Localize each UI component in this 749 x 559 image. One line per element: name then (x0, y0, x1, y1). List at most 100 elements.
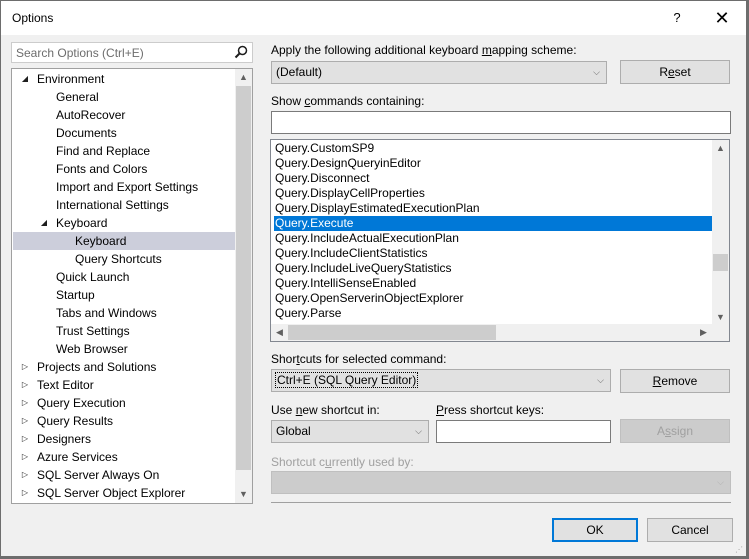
tree-item[interactable]: AutoRecover (13, 106, 235, 124)
tree-item[interactable]: ▷ Text Editor (13, 376, 235, 394)
show-commands-field (271, 111, 731, 134)
expanded-arrow-icon[interactable]: ◢ (20, 70, 30, 88)
press-shortcut-field (436, 420, 611, 443)
tree-item-label: Documents (56, 126, 117, 140)
footer-divider (271, 502, 731, 503)
ok-button[interactable]: OK (552, 518, 638, 542)
command-item[interactable]: Query.Disconnect (274, 171, 712, 186)
collapsed-arrow-icon[interactable]: ▷ (20, 430, 30, 448)
mapping-scheme-value: (Default) (276, 65, 323, 79)
command-item[interactable]: Query.CustomSP9 (274, 141, 712, 156)
resize-grip-icon[interactable]: ⋰ (735, 545, 743, 554)
collapsed-arrow-icon[interactable]: ▷ (20, 376, 30, 394)
commands-scroll-thumb[interactable] (713, 254, 728, 271)
chevron-down-icon: ⌵ (415, 426, 422, 436)
collapsed-arrow-icon[interactable]: ▷ (20, 484, 30, 502)
scroll-down-icon[interactable]: ▼ (235, 486, 252, 503)
search-icon[interactable] (233, 44, 249, 60)
collapsed-arrow-icon[interactable]: ▷ (20, 394, 30, 412)
tree-item[interactable]: Startup (13, 286, 235, 304)
scroll-up-icon[interactable]: ▲ (235, 69, 252, 86)
tree-item-label: Query Execution (37, 396, 126, 410)
command-item[interactable]: Query.OpenServerinObjectExplorer (274, 291, 712, 306)
tree-item-label: Tabs and Windows (56, 306, 157, 320)
tree-item-label: Trust Settings (56, 324, 130, 338)
press-shortcut-input[interactable] (437, 421, 610, 442)
mapping-scheme-dropdown[interactable]: (Default) ⌵ (271, 61, 607, 84)
tree-item[interactable]: Fonts and Colors (13, 160, 235, 178)
scroll-left-icon[interactable]: ◀ (271, 324, 288, 341)
tree-item[interactable]: Tabs and Windows (13, 304, 235, 322)
command-item[interactable]: Query.DisplayEstimatedExecutionPlan (274, 201, 712, 216)
tree-item[interactable]: ▷ Query Results (13, 412, 235, 430)
search-options-box (11, 42, 253, 63)
command-item[interactable]: Query.IncludeActualExecutionPlan (274, 231, 712, 246)
tree-item[interactable]: ◢ Keyboard (13, 214, 235, 232)
used-by-dropdown[interactable]: ⌵ (271, 471, 731, 494)
tree-item[interactable]: ▷ Projects and Solutions (13, 358, 235, 376)
tree-item-label: General (56, 90, 99, 104)
assign-button[interactable]: Assign (620, 419, 730, 443)
tree-item[interactable]: General (13, 88, 235, 106)
expanded-arrow-icon[interactable]: ◢ (39, 214, 49, 232)
command-item[interactable]: Query.DesignQueryinEditor (274, 156, 712, 171)
reset-button[interactable]: Reset (620, 60, 730, 84)
tree-item-label: Keyboard (56, 216, 108, 230)
commands-hscroll-thumb[interactable] (288, 325, 496, 340)
chevron-down-icon: ⌵ (593, 67, 600, 77)
tree-scroll-thumb[interactable] (236, 86, 251, 470)
close-button[interactable]: ✕ (706, 5, 738, 31)
show-commands-label: Show commands containing: (271, 94, 425, 108)
tree-vertical-scrollbar[interactable]: ▲ ▼ (235, 69, 252, 503)
commands-horizontal-scrollbar[interactable]: ◀ ▶ (271, 324, 712, 341)
remove-button[interactable]: Remove (620, 369, 730, 393)
cancel-button[interactable]: Cancel (647, 518, 733, 542)
tree-item[interactable]: ▷ Designers (13, 430, 235, 448)
commands-list: Query.CustomSP9 Query.DesignQueryinEditor… (270, 139, 730, 342)
shortcuts-dropdown[interactable]: Ctrl+E (SQL Query Editor) ⌵ (271, 369, 611, 392)
tree-item[interactable]: ◢ Environment (13, 70, 235, 88)
shortcuts-value: Ctrl+E (SQL Query Editor) (274, 372, 419, 388)
tree-item[interactable]: Documents (13, 124, 235, 142)
collapsed-arrow-icon[interactable]: ▷ (20, 358, 30, 376)
tree-item-label: Web Browser (56, 342, 128, 356)
tree-item[interactable]: International Settings (13, 196, 235, 214)
command-item[interactable]: Query.DisplayCellProperties (274, 186, 712, 201)
collapsed-arrow-icon[interactable]: ▷ (20, 448, 30, 466)
tree-item[interactable]: ▷ SQL Server Object Explorer (13, 484, 235, 502)
tree-item[interactable]: Quick Launch (13, 268, 235, 286)
tree-item-label: Azure Services (37, 450, 118, 464)
tree-item-label: SQL Server Object Explorer (37, 486, 186, 500)
search-options-input[interactable] (12, 43, 227, 62)
collapsed-arrow-icon[interactable]: ▷ (20, 466, 30, 484)
tree-item-label: Projects and Solutions (37, 360, 157, 374)
tree-item[interactable]: Query Shortcuts (13, 250, 235, 268)
used-by-label: Shortcut currently used by: (271, 455, 414, 469)
use-new-shortcut-dropdown[interactable]: Global ⌵ (271, 420, 429, 443)
command-item[interactable]: Query.IncludeClientStatistics (274, 246, 712, 261)
commands-vertical-scrollbar[interactable]: ▲ ▼ (712, 140, 729, 326)
tree-item[interactable]: ▷ Azure Services (13, 448, 235, 466)
command-item[interactable]: Query.Parse (274, 306, 712, 321)
tree-item-label: Text Editor (37, 378, 94, 392)
show-commands-input[interactable] (272, 112, 730, 133)
collapsed-arrow-icon[interactable]: ▷ (20, 412, 30, 430)
help-button[interactable]: ? (665, 5, 689, 31)
command-item[interactable]: Query.Execute (274, 216, 712, 231)
command-item[interactable]: Query.IncludeLiveQueryStatistics (274, 261, 712, 276)
tree-item[interactable]: Import and Export Settings (13, 178, 235, 196)
tree-item[interactable]: Keyboard (13, 232, 235, 250)
tree-item[interactable]: Trust Settings (13, 322, 235, 340)
tree-item[interactable]: Web Browser (13, 340, 235, 358)
tree-item-label: Query Shortcuts (75, 252, 162, 266)
scroll-right-icon[interactable]: ▶ (695, 324, 712, 341)
tree-item[interactable]: ▷ Query Execution (13, 394, 235, 412)
tree-item[interactable]: Find and Replace (13, 142, 235, 160)
tree-item-label: Import and Export Settings (56, 180, 199, 194)
tree-item-label: Startup (56, 288, 95, 302)
scroll-up-icon[interactable]: ▲ (712, 140, 729, 157)
command-item[interactable]: Query.IntelliSenseEnabled (274, 276, 712, 291)
tree-item-label: Environment (37, 72, 105, 86)
tree-item[interactable]: ▷ SQL Server Always On (13, 466, 235, 484)
shortcuts-label: Shortcuts for selected command: (271, 352, 447, 366)
